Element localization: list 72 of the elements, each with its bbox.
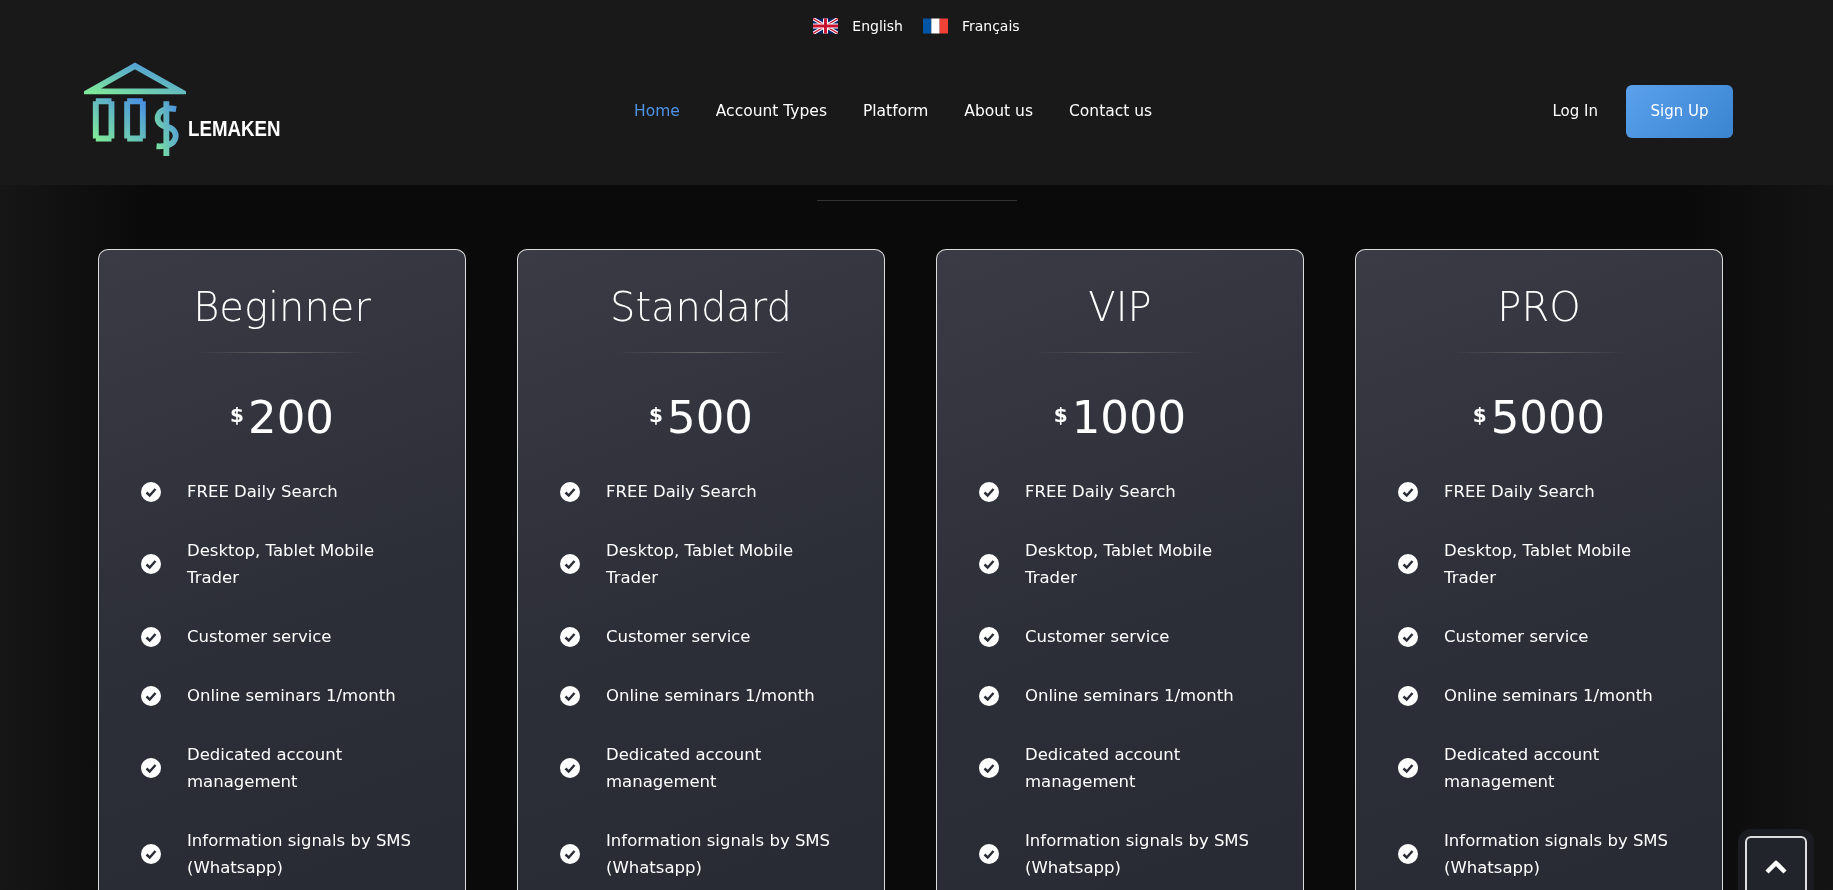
check-icon: [560, 685, 580, 706]
feature-text: Dedicated account management: [1444, 744, 1601, 793]
check-icon: [560, 844, 580, 864]
nav-link[interactable]: Contact us: [1069, 102, 1153, 120]
plan-price: 500: [667, 391, 753, 444]
feature-text: FREE Daily Search: [606, 481, 757, 503]
feature-text: Information signals by SMS (Whatsapp): [606, 830, 832, 879]
plan-name: Beginner: [193, 284, 371, 330]
check-icon: [141, 685, 161, 706]
feature-text: Online seminars 1/month: [1025, 685, 1234, 707]
feature-text: Dedicated account management: [606, 744, 763, 793]
feature-text: Customer service: [187, 626, 332, 648]
check-icon: [560, 481, 580, 502]
feature-text: FREE Daily Search: [1025, 481, 1176, 503]
feature-text: FREE Daily Search: [1444, 481, 1595, 503]
feature-text: Customer service: [1444, 626, 1589, 648]
check-icon: [1398, 758, 1418, 778]
feature-text: FREE Daily Search: [187, 481, 338, 503]
check-icon: [141, 554, 161, 574]
feature-text: Customer service: [606, 626, 751, 648]
check-icon: [141, 626, 161, 647]
feature-text: Information signals by SMS (Whatsapp): [1444, 830, 1670, 879]
nav-link[interactable]: About us: [964, 102, 1033, 120]
check-icon: [979, 626, 999, 647]
login-link[interactable]: Log In: [1552, 102, 1598, 120]
currency-symbol: $: [1053, 402, 1068, 427]
check-icon: [141, 758, 161, 778]
chevron-up-icon: [1764, 859, 1788, 875]
flag-icon: [813, 18, 839, 34]
plan-name: Standard: [610, 284, 792, 330]
check-icon: [141, 844, 161, 864]
feature-text: Online seminars 1/month: [187, 685, 396, 707]
plan-price: 1000: [1071, 391, 1187, 444]
check-icon: [1398, 481, 1418, 502]
plan-price: 5000: [1490, 391, 1606, 444]
check-icon: [1398, 554, 1418, 574]
nav-link[interactable]: Account Types: [715, 102, 827, 120]
currency-symbol: $: [1472, 402, 1487, 427]
feature-text: Information signals by SMS (Whatsapp): [187, 830, 413, 879]
currency-symbol: $: [649, 402, 663, 427]
language-link[interactable]: Français: [922, 15, 1020, 37]
feature-text: Customer service: [1025, 626, 1170, 648]
check-icon: [979, 844, 999, 864]
feature-text: Information signals by SMS (Whatsapp): [1025, 830, 1251, 879]
check-icon: [979, 685, 999, 706]
feature-text: Online seminars 1/month: [1444, 685, 1653, 707]
check-icon: [979, 758, 999, 778]
plan-name: PRO: [1497, 284, 1581, 330]
feature-text: Desktop, Tablet Mobile Trader: [1025, 540, 1214, 589]
check-icon: [979, 554, 999, 574]
feature-text: Dedicated account management: [1025, 744, 1182, 793]
check-icon: [560, 554, 580, 574]
plan-price: 200: [248, 391, 334, 444]
check-icon: [979, 481, 999, 502]
check-icon: [560, 626, 580, 647]
logo-text: LEMAKEN: [188, 116, 281, 142]
check-icon: [1398, 844, 1418, 864]
check-icon: [1398, 685, 1418, 706]
feature-text: Desktop, Tablet Mobile Trader: [606, 540, 795, 589]
flag-icon: [922, 18, 948, 34]
nav-link[interactable]: Home: [634, 102, 680, 120]
check-icon: [1398, 626, 1418, 647]
currency-symbol: $: [230, 402, 244, 427]
feature-text: Dedicated account management: [187, 744, 344, 793]
feature-text: Desktop, Tablet Mobile Trader: [1444, 540, 1633, 589]
check-icon: [560, 758, 580, 778]
feature-text: Online seminars 1/month: [606, 685, 815, 707]
check-icon: [141, 481, 161, 502]
nav-link[interactable]: Platform: [862, 102, 929, 120]
feature-text: Desktop, Tablet Mobile Trader: [187, 540, 376, 589]
language-link[interactable]: English: [813, 15, 903, 37]
plan-name: VIP: [1088, 284, 1152, 330]
